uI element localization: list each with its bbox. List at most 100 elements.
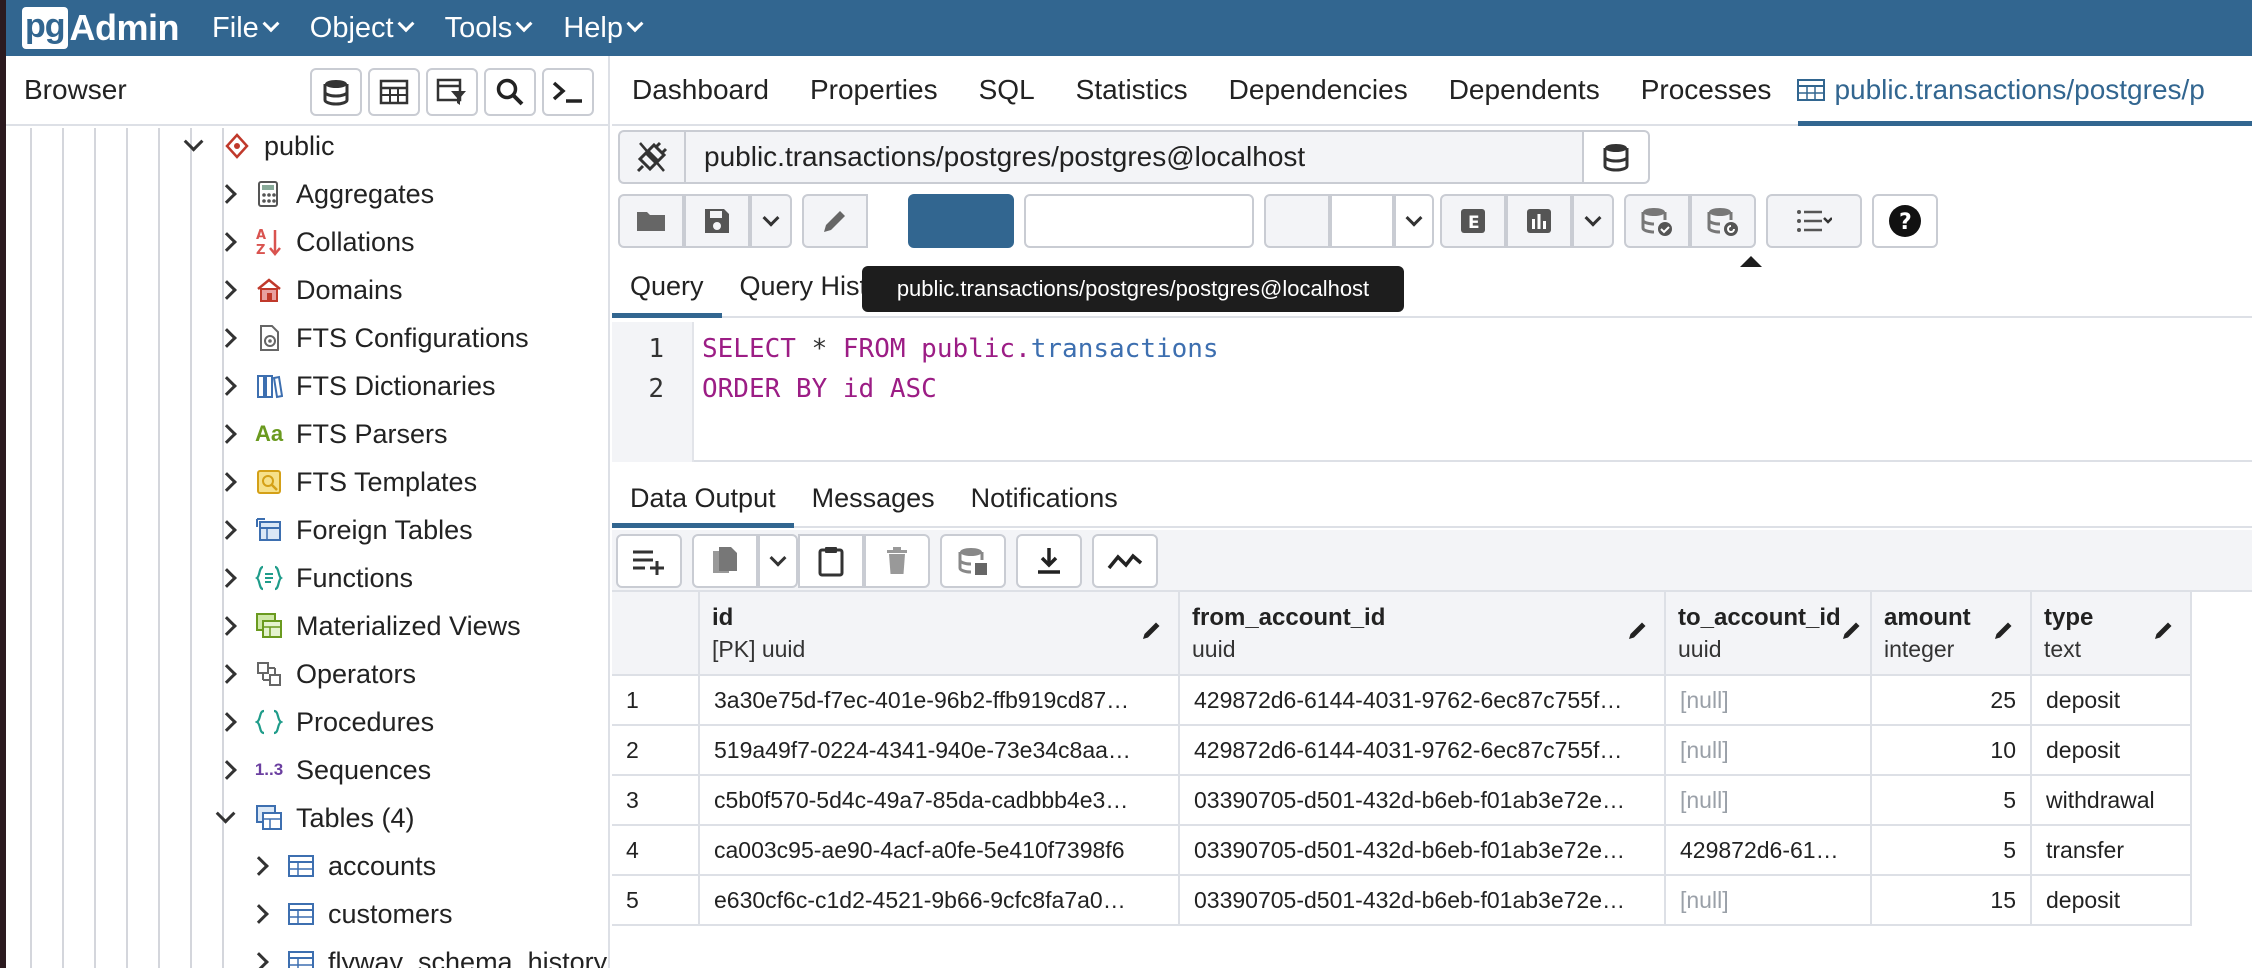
- cell-type[interactable]: transfer: [2032, 826, 2192, 876]
- connection-status-button[interactable]: [618, 130, 684, 184]
- menu-object[interactable]: Object: [310, 12, 415, 45]
- save-data-button[interactable]: [940, 534, 1006, 588]
- save-options-dropdown[interactable]: [750, 194, 792, 248]
- paste-button[interactable]: [798, 534, 864, 588]
- tree-node-flyway-schema-history[interactable]: flyway_schema_history: [249, 938, 607, 968]
- copy-button[interactable]: [692, 534, 758, 588]
- tree-node-public[interactable]: public: [183, 128, 335, 170]
- add-row-button[interactable]: [616, 534, 682, 588]
- execute-button[interactable]: [908, 194, 1014, 248]
- row-number[interactable]: 2: [612, 726, 700, 776]
- pencil-icon[interactable]: [1626, 618, 1650, 642]
- tab-dashboard[interactable]: Dashboard: [632, 74, 769, 106]
- copy-options-dropdown[interactable]: [758, 534, 798, 588]
- edit-button[interactable]: [802, 194, 868, 248]
- macros-dropdown[interactable]: [1766, 194, 1862, 248]
- cell-to-account-id[interactable]: [null]: [1666, 876, 1872, 926]
- explain-options[interactable]: [1330, 194, 1394, 248]
- cell-from-account-id[interactable]: 03390705-d501-432d-b6eb-f01ab3e72e…: [1180, 826, 1666, 876]
- tree-node-foreign-tables[interactable]: Foreign Tables: [217, 506, 473, 554]
- table-row[interactable]: 2 519a49f7-0224-4341-940e-73e34c8aa… 429…: [612, 726, 2192, 776]
- menu-tools[interactable]: Tools: [445, 12, 533, 45]
- row-number[interactable]: 3: [612, 776, 700, 826]
- save-file-button[interactable]: [684, 194, 750, 248]
- row-number[interactable]: 4: [612, 826, 700, 876]
- pencil-icon[interactable]: [1992, 618, 2016, 642]
- explain-analyze-dropdown[interactable]: [1572, 194, 1614, 248]
- cell-type[interactable]: withdrawal: [2032, 776, 2192, 826]
- column-header-type[interactable]: type text: [2032, 592, 2192, 676]
- column-header-to-account-id[interactable]: to_account_id uuid: [1666, 592, 1872, 676]
- view-data-button[interactable]: [368, 68, 420, 116]
- cell-amount[interactable]: 10: [1872, 726, 2032, 776]
- table-row[interactable]: 3 c5b0f570-5d4c-49a7-85da-cadbbb4e3… 033…: [612, 776, 2192, 826]
- tab-notifications[interactable]: Notifications: [953, 483, 1136, 526]
- cell-from-account-id[interactable]: 429872d6-6144-4031-9762-6ec87c755f…: [1180, 726, 1666, 776]
- cell-amount[interactable]: 5: [1872, 826, 2032, 876]
- table-row[interactable]: 4 ca003c95-ae90-4acf-a0fe-5e410f7398f6 0…: [612, 826, 2192, 876]
- column-header-from-account-id[interactable]: from_account_id uuid: [1180, 592, 1666, 676]
- tree-node-fts-templates[interactable]: FTS Templates: [217, 458, 477, 506]
- cell-to-account-id[interactable]: [null]: [1666, 676, 1872, 726]
- tree-node-fts-dictionaries[interactable]: FTS Dictionaries: [217, 362, 496, 410]
- cell-to-account-id[interactable]: [null]: [1666, 726, 1872, 776]
- open-file-button[interactable]: [618, 194, 684, 248]
- cell-amount[interactable]: 15: [1872, 876, 2032, 926]
- menu-help[interactable]: Help: [563, 12, 644, 45]
- explain-button[interactable]: E: [1440, 194, 1506, 248]
- explain-analyze-button[interactable]: [1506, 194, 1572, 248]
- graph-visualiser-button[interactable]: [1092, 534, 1158, 588]
- column-header-id[interactable]: id [PK] uuid: [700, 592, 1180, 676]
- stop-button[interactable]: [1264, 194, 1330, 248]
- table-row[interactable]: 5 e630cf6c-c1d2-4521-9b66-9cfc8fa7a0… 03…: [612, 876, 2192, 926]
- table-row[interactable]: 1 3a30e75d-f7ec-401e-96b2-ffb919cd87… 42…: [612, 676, 2192, 726]
- tree-node-functions[interactable]: Functions: [217, 554, 413, 602]
- download-button[interactable]: [1016, 534, 1082, 588]
- tab-query-tool[interactable]: public.transactions/postgres/p: [1796, 74, 2205, 106]
- connection-selector[interactable]: public.transactions/postgres/postgres@lo…: [684, 130, 1584, 184]
- search-objects-button[interactable]: [484, 68, 536, 116]
- tab-query[interactable]: Query: [612, 271, 722, 318]
- tab-properties[interactable]: Properties: [810, 74, 938, 106]
- cell-to-account-id[interactable]: 429872d6-61…: [1666, 826, 1872, 876]
- delete-row-button[interactable]: [864, 534, 930, 588]
- tree-node-collations[interactable]: AZ Collations: [217, 218, 415, 266]
- cell-from-account-id[interactable]: 429872d6-6144-4031-9762-6ec87c755f…: [1180, 676, 1666, 726]
- cell-id[interactable]: ca003c95-ae90-4acf-a0fe-5e410f7398f6: [700, 826, 1180, 876]
- commit-button[interactable]: [1624, 194, 1690, 248]
- tree-node-tables[interactable]: Tables (4): [215, 794, 415, 842]
- tree-node-procedures[interactable]: Procedures: [217, 698, 434, 746]
- explain-dropdown[interactable]: [1394, 194, 1434, 248]
- tab-data-output[interactable]: Data Output: [612, 483, 794, 528]
- tree-node-domains[interactable]: Domains: [217, 266, 403, 314]
- tree-node-fts-configurations[interactable]: FTS Configurations: [217, 314, 529, 362]
- cell-id[interactable]: c5b0f570-5d4c-49a7-85da-cadbbb4e3…: [700, 776, 1180, 826]
- help-button[interactable]: ?: [1872, 194, 1938, 248]
- column-header-amount[interactable]: amount integer: [1872, 592, 2032, 676]
- cell-type[interactable]: deposit: [2032, 726, 2192, 776]
- rollback-button[interactable]: [1690, 194, 1756, 248]
- cell-id[interactable]: 519a49f7-0224-4341-940e-73e34c8aa…: [700, 726, 1180, 776]
- cell-id[interactable]: e630cf6c-c1d2-4521-9b66-9cfc8fa7a0…: [700, 876, 1180, 926]
- row-number[interactable]: 1: [612, 676, 700, 726]
- object-explorer-button[interactable]: [310, 68, 362, 116]
- tree-node-aggregates[interactable]: Aggregates: [217, 170, 434, 218]
- tree-node-materialized-views[interactable]: Materialized Views: [217, 602, 521, 650]
- pencil-icon[interactable]: [1140, 618, 1164, 642]
- tab-sql[interactable]: SQL: [979, 74, 1035, 106]
- tab-processes[interactable]: Processes: [1641, 74, 1772, 106]
- connection-db-button[interactable]: [1584, 130, 1650, 184]
- cell-amount[interactable]: 5: [1872, 776, 2032, 826]
- row-number[interactable]: 5: [612, 876, 700, 926]
- cell-type[interactable]: deposit: [2032, 876, 2192, 926]
- sql-editor[interactable]: 1 2 SELECT * FROM public.transactions OR…: [612, 322, 2252, 462]
- tree-node-fts-parsers[interactable]: Aa FTS Parsers: [217, 410, 448, 458]
- tree-node-sequences[interactable]: 1..3 Sequences: [217, 746, 431, 794]
- tab-dependencies[interactable]: Dependencies: [1229, 74, 1408, 106]
- filtered-rows-button[interactable]: [426, 68, 478, 116]
- tab-dependents[interactable]: Dependents: [1449, 74, 1600, 106]
- cell-amount[interactable]: 25: [1872, 676, 2032, 726]
- pencil-icon[interactable]: [1840, 618, 1864, 642]
- menu-file[interactable]: File: [212, 12, 280, 45]
- limit-dropdown[interactable]: [1024, 194, 1254, 248]
